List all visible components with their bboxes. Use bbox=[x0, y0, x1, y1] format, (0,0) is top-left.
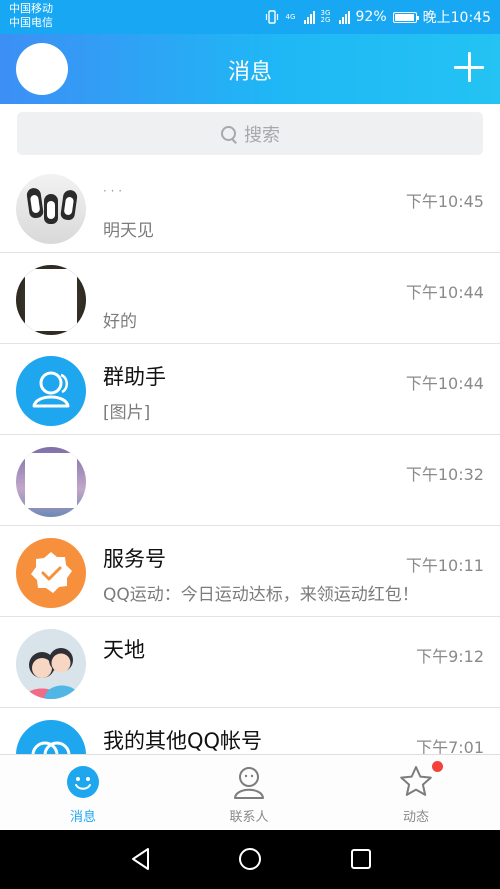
tab-label: 联系人 bbox=[229, 810, 269, 825]
clock: 晚上10:45 bbox=[422, 10, 491, 26]
conversation-item[interactable]: 群助手 [图片] 下午10:44 bbox=[0, 344, 500, 435]
conversation-item[interactable]: 我的其他QQ帐号 下午7:01 bbox=[0, 708, 500, 754]
conversation-time: 下午10:45 bbox=[405, 192, 484, 211]
conversation-item[interactable]: 好的 下午10:44 bbox=[0, 253, 500, 344]
tab-label: 动态 bbox=[402, 810, 429, 825]
conversation-list: · · · 明天见 下午10:45 好的 下午10:44 群助手 [图片] 下午… bbox=[0, 162, 500, 754]
conversation-name: 群助手 bbox=[103, 365, 166, 389]
carrier-info: 中国移动 中国电信 bbox=[9, 2, 53, 30]
add-button[interactable] bbox=[454, 52, 484, 82]
conversation-item[interactable]: 天地 下午9:12 bbox=[0, 617, 500, 708]
search-input[interactable]: 搜索 bbox=[17, 112, 483, 155]
vibrate-icon bbox=[265, 10, 278, 24]
messages-icon bbox=[67, 766, 99, 798]
contact-avatar bbox=[16, 447, 86, 517]
contacts-icon bbox=[234, 767, 264, 799]
conversation-name: 服务号 bbox=[103, 547, 166, 571]
search-area: 搜索 bbox=[0, 104, 500, 168]
conversation-time: 下午10:44 bbox=[405, 374, 484, 393]
conversation-time: 下午10:11 bbox=[405, 556, 484, 575]
star-icon bbox=[400, 766, 432, 796]
carrier-1: 中国移动 bbox=[9, 2, 53, 15]
status-icons: 4G 3G 2G 92% 晚上10:45 bbox=[264, 7, 491, 27]
page-title: 消息 bbox=[227, 60, 272, 85]
conversation-item[interactable]: 服务号 QQ运动：今日运动达标，来领运动红包！ 下午10:11 bbox=[0, 526, 500, 617]
network-type-2: 3G 2G bbox=[320, 9, 331, 24]
conversation-message: 好的 bbox=[103, 312, 137, 332]
conversation-name: 天地 bbox=[103, 638, 145, 662]
conversation-name: · · · bbox=[103, 184, 123, 198]
notification-badge bbox=[432, 761, 443, 772]
conversation-message: 明天见 bbox=[103, 221, 154, 241]
battery-percent: 92% bbox=[355, 9, 387, 25]
signal-icon-2 bbox=[338, 10, 350, 24]
conversation-message: QQ运动：今日运动达标，来领运动红包！ bbox=[103, 585, 419, 605]
penguin-avatar bbox=[16, 174, 86, 244]
system-nav-bar bbox=[0, 830, 500, 889]
group-helper-icon bbox=[16, 356, 86, 426]
back-icon[interactable] bbox=[126, 844, 156, 874]
signal-icon-1 bbox=[303, 10, 315, 24]
tab-messages[interactable]: 消息 bbox=[23, 755, 143, 831]
conversation-time: 下午7:01 bbox=[416, 738, 484, 754]
other-accounts-icon bbox=[16, 720, 86, 754]
bottom-tab-bar: 消息 联系人 动态 bbox=[0, 754, 500, 830]
conversation-item[interactable]: · · · 明天见 下午10:45 bbox=[0, 162, 500, 253]
home-icon[interactable] bbox=[235, 844, 265, 874]
status-bar: 中国移动 中国电信 4G 3G 2G 92% 晚上10:45 bbox=[0, 0, 500, 34]
search-icon bbox=[220, 125, 238, 143]
conversation-time: 下午9:12 bbox=[416, 647, 484, 666]
search-placeholder: 搜索 bbox=[244, 124, 280, 146]
tab-label: 消息 bbox=[69, 810, 96, 825]
service-account-icon bbox=[16, 538, 86, 608]
couple-avatar bbox=[16, 629, 86, 699]
carrier-2: 中国电信 bbox=[9, 16, 53, 29]
tab-feed[interactable]: 动态 bbox=[356, 755, 476, 831]
battery-icon bbox=[392, 11, 419, 23]
network-type-1: 4G bbox=[285, 12, 296, 21]
conversation-name: 我的其他QQ帐号 bbox=[103, 729, 263, 753]
tab-contacts[interactable]: 联系人 bbox=[189, 755, 309, 831]
title-bar: 消息 bbox=[0, 34, 500, 104]
recent-apps-icon[interactable] bbox=[346, 844, 376, 874]
conversation-message: [图片] bbox=[103, 403, 151, 423]
conversation-time: 下午10:44 bbox=[405, 283, 484, 302]
contact-avatar bbox=[16, 265, 86, 335]
conversation-item[interactable]: 下午10:32 bbox=[0, 435, 500, 526]
conversation-time: 下午10:32 bbox=[405, 465, 484, 484]
